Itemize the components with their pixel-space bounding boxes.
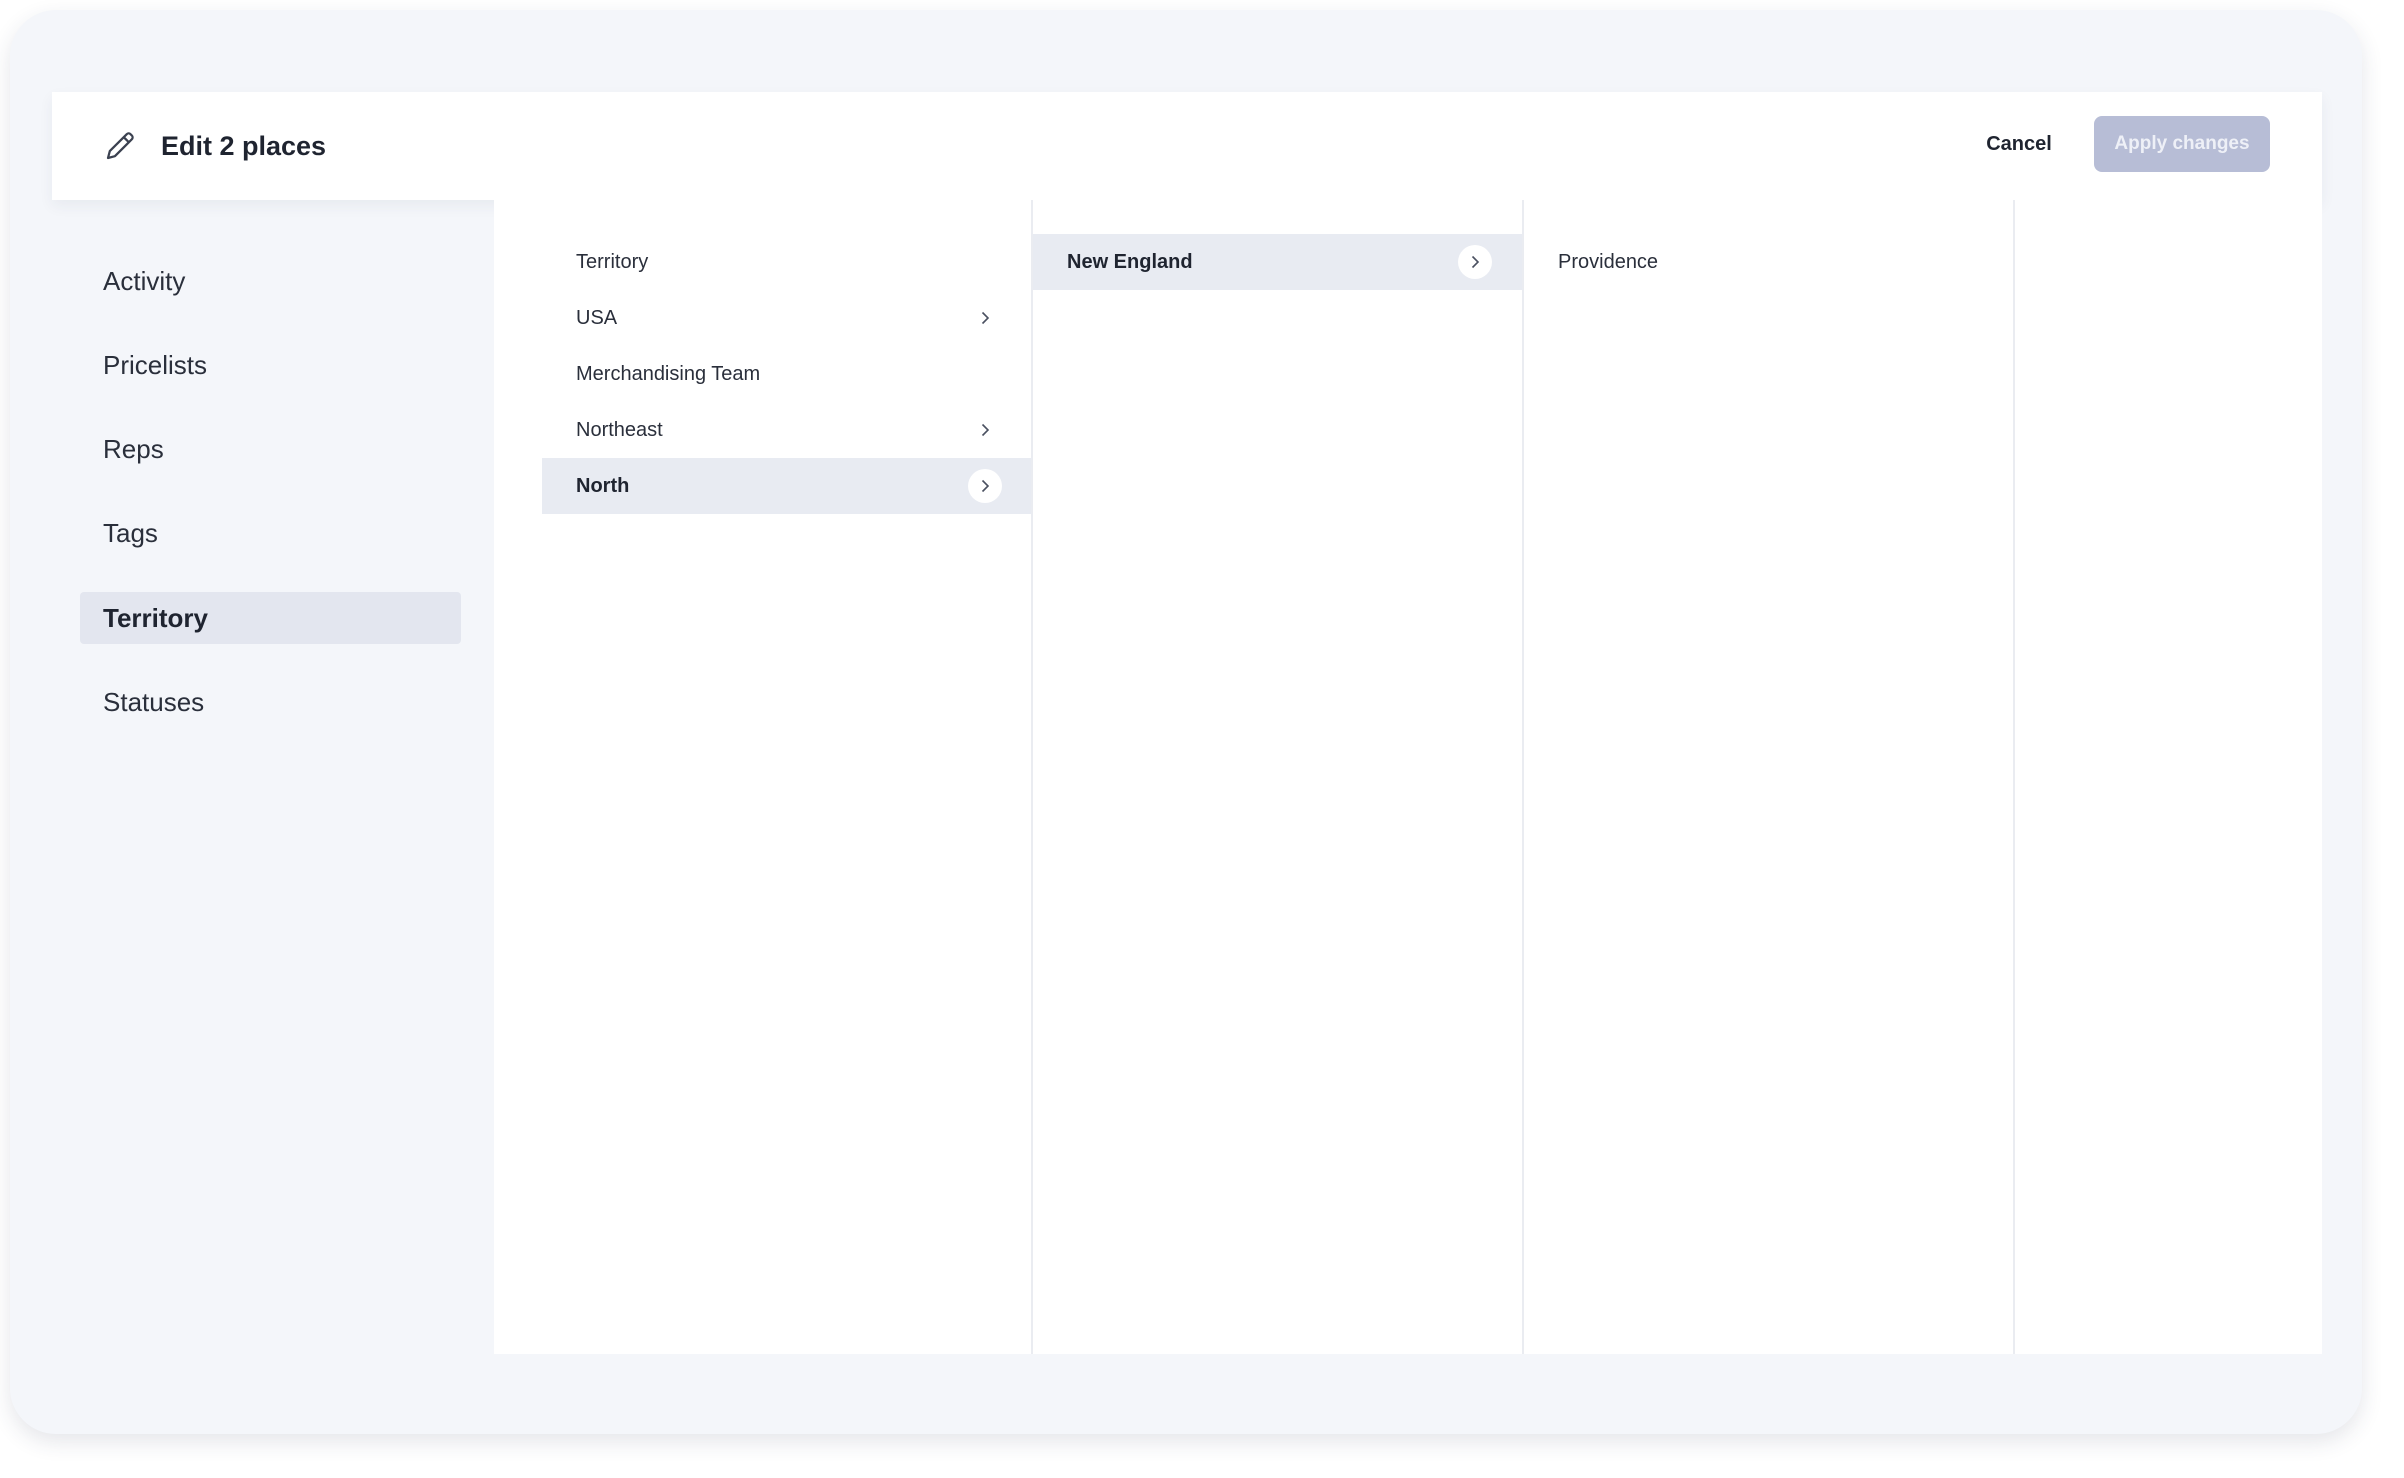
tree-item-new-england[interactable]: New England xyxy=(1033,234,1522,290)
chevron-right-icon[interactable] xyxy=(1458,245,1492,279)
tree-item-northeast[interactable]: Northeast xyxy=(542,402,1031,458)
chevron-right-icon xyxy=(968,413,1002,447)
apply-changes-button[interactable]: Apply changes xyxy=(2094,116,2270,172)
tree-item-label: USA xyxy=(576,306,618,329)
sidebar-item-statuses[interactable]: Statuses xyxy=(80,676,461,728)
tree-item-merchandising-team[interactable]: Merchandising Team xyxy=(542,346,1031,402)
tree-item-label: North xyxy=(576,474,630,497)
territory-column-browser: Territory USA Merchandising Team Northea… xyxy=(494,200,2322,1354)
tree-item-north[interactable]: North xyxy=(542,458,1031,514)
page-title: Edit 2 places xyxy=(161,130,327,161)
chevron-right-icon[interactable] xyxy=(968,469,1002,503)
column-divider xyxy=(1522,200,1524,1354)
tree-item-label: Northeast xyxy=(576,418,663,441)
chevron-right-icon xyxy=(968,301,1002,335)
sidebar-item-territory[interactable]: Territory xyxy=(80,592,461,644)
tree-item-territory[interactable]: Territory xyxy=(542,234,1031,290)
sidebar-item-activity[interactable]: Activity xyxy=(80,255,461,307)
sidebar-item-tags[interactable]: Tags xyxy=(80,507,461,559)
sidebar-item-reps[interactable]: Reps xyxy=(80,423,461,475)
tree-item-label: Territory xyxy=(576,250,649,273)
tree-item-providence[interactable]: Providence xyxy=(1524,234,2013,290)
sidebar-item-pricelists[interactable]: Pricelists xyxy=(80,339,461,391)
tree-item-label: New England xyxy=(1067,250,1193,273)
cancel-button[interactable]: Cancel xyxy=(1969,116,2069,172)
tree-item-label: Providence xyxy=(1558,250,1659,273)
column-divider xyxy=(1031,200,1033,1354)
tree-item-usa[interactable]: USA xyxy=(542,290,1031,346)
pencil-icon xyxy=(102,128,138,164)
tree-item-label: Merchandising Team xyxy=(576,362,761,385)
column-divider xyxy=(2013,200,2015,1354)
dialog-header: Edit 2 places Cancel Apply changes xyxy=(52,92,2322,200)
